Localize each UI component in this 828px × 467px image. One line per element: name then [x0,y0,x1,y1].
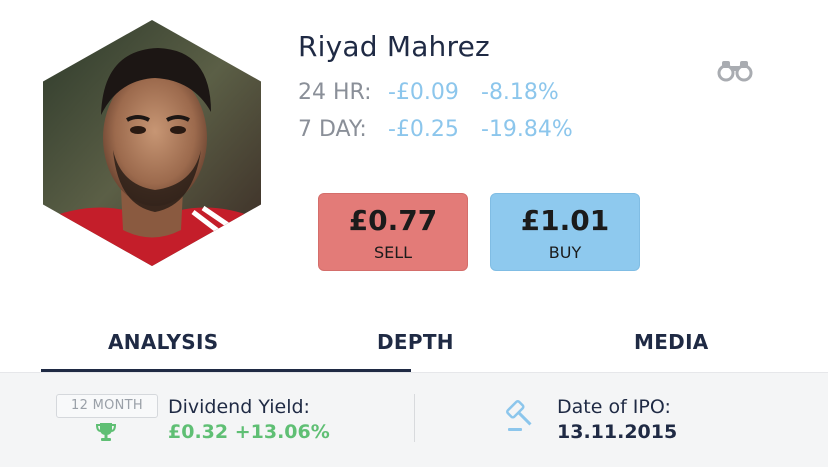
tab-analysis[interactable]: ANALYSIS [108,330,218,354]
stat-7day-label: 7 DAY: [298,117,367,142]
buy-price: £1.01 [520,204,610,237]
tab-depth[interactable]: DEPTH [377,330,454,354]
ipo-date-value: 13.11.2015 [557,421,678,443]
ipo-date-label: Date of IPO: [557,396,671,418]
player-name: Riyad Mahrez [298,30,490,63]
buy-button[interactable]: £1.01 BUY [490,193,640,271]
dividend-yield-label: Dividend Yield: [168,396,310,418]
player-avatar [43,20,261,266]
trophy-icon [95,421,117,443]
stat-7day-change: -£0.25 [388,117,459,142]
sell-label: SELL [373,243,413,262]
stat-24hr-percent: -8.18% [481,80,559,105]
buy-label: BUY [548,243,582,262]
tab-media[interactable]: MEDIA [634,330,709,354]
dividend-yield-value: £0.32 +13.06% [168,421,330,443]
period-badge: 12 MONTH [56,394,158,418]
sell-price: £0.77 [348,204,438,237]
binoculars-icon[interactable] [717,58,753,82]
stat-24hr-change: -£0.09 [388,80,459,105]
stat-24hr-label: 24 HR: [298,80,372,105]
stat-7day-percent: -19.84% [481,117,573,142]
sell-button[interactable]: £0.77 SELL [318,193,468,271]
info-divider [414,394,415,442]
gavel-icon [504,398,540,434]
